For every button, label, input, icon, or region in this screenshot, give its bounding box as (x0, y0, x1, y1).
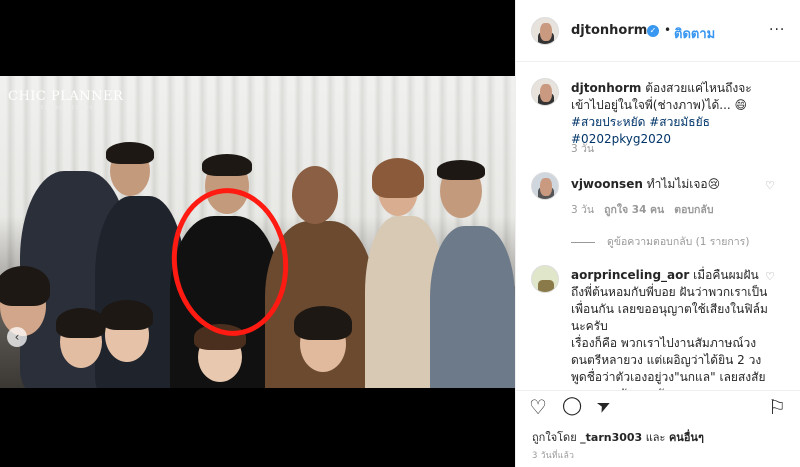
comment-reply-button[interactable]: ตอบกลับ (674, 204, 713, 216)
share-icon[interactable]: ➤ (593, 394, 614, 418)
comment-meta: 3 วัน ถูกใจ 34 คน ตอบกลับ (571, 201, 714, 218)
media-area: CHIC PLANNER WEDDING & EVENTS ‹ (0, 0, 515, 467)
comment-like-icon[interactable]: ♡ (765, 270, 775, 283)
person-hair (101, 300, 153, 330)
person-hair (437, 160, 485, 180)
post-timestamp: 3 วันที่แล้ว (532, 451, 575, 461)
comment-text: vjwoonsen ทำไมไม่เจอ😢 (571, 176, 771, 193)
comment-icon[interactable]: ◯ (562, 395, 582, 416)
chevron-left-icon[interactable]: ‹ (7, 327, 27, 347)
comment-text: aorprinceling_aor เมื่อคืนผมฝันถึงพี่ต้น… (571, 267, 771, 390)
comment-time: 3 วัน (571, 204, 595, 216)
header-username[interactable]: djtonhorm (571, 23, 647, 38)
view-replies-button[interactable]: ดูข้อความตอบกลับ (1 รายการ) (571, 233, 749, 250)
follow-button[interactable]: ติดตาม (674, 23, 715, 44)
bookmark-icon[interactable]: ⚐ (768, 395, 786, 419)
caption-text: djtonhorm ต้องสวยแค่ไหนถึงจะเข้าไปอยู่ใน… (571, 80, 781, 148)
watermark-logo: CHIC PLANNER (8, 89, 124, 104)
comment-likes[interactable]: ถูกใจ 34 คน (604, 204, 664, 216)
avatar[interactable] (531, 78, 559, 106)
comment-username[interactable]: vjwoonsen (571, 177, 643, 191)
watermark-subtitle: WEDDING & EVENTS (36, 105, 94, 110)
avatar-face (540, 23, 552, 41)
comment-body-continued: เรื่องก็คือ พวกเราไปงานสัมภาษณ์วงดนตรีหล… (571, 336, 766, 390)
caption-username[interactable]: djtonhorm (571, 81, 641, 95)
post-side-panel: djtonhorm ✓ • ติดตาม ··· djtonhorm ต้องส… (515, 0, 800, 467)
more-options-icon[interactable]: ··· (769, 22, 785, 38)
person-hair (56, 308, 106, 338)
view-replies-label: ดูข้อความตอบกลับ (1 รายการ) (607, 236, 750, 248)
person-head (292, 166, 338, 224)
person-hair (202, 154, 252, 176)
comment-username[interactable]: aorprinceling_aor (571, 268, 689, 282)
person-hair (0, 266, 50, 306)
liked-by-prefix: ถูกใจโดย (532, 431, 581, 444)
post-actions: ♡ ◯ ➤ ⚐ ถูกใจโดย _tarn3003 และ คนอื่นๆ 3… (516, 390, 800, 467)
person-hair (372, 158, 424, 198)
caption-time: 3 วัน (571, 143, 595, 155)
comments-list: djtonhorm ต้องสวยแค่ไหนถึงจะเข้าไปอยู่ใน… (516, 62, 800, 390)
liked-by: ถูกใจโดย _tarn3003 และ คนอื่นๆ (532, 428, 704, 446)
heart-icon[interactable]: ♡ (529, 395, 547, 419)
avatar[interactable] (531, 172, 559, 200)
person-figure (430, 226, 515, 388)
avatar-body (538, 280, 554, 292)
avatar-face (540, 178, 552, 196)
separator-dot: • (664, 23, 672, 37)
avatar-face (540, 84, 552, 102)
liked-by-user[interactable]: _tarn3003 (580, 431, 642, 444)
post-header: djtonhorm ✓ • ติดตาม ··· (516, 0, 800, 62)
replies-line (571, 241, 595, 243)
liked-by-others[interactable]: คนอื่นๆ (669, 431, 704, 444)
verified-icon: ✓ (647, 25, 659, 37)
person-hair (294, 306, 352, 340)
post-viewer: CHIC PLANNER WEDDING & EVENTS ‹ djtonhor… (0, 0, 800, 467)
liked-by-mid: และ (642, 431, 669, 444)
avatar[interactable] (531, 17, 559, 45)
comment-body: ทำไมไม่เจอ😢 (646, 177, 721, 191)
avatar[interactable] (531, 265, 559, 293)
person-hair (106, 142, 154, 164)
comment-like-icon[interactable]: ♡ (765, 179, 775, 192)
